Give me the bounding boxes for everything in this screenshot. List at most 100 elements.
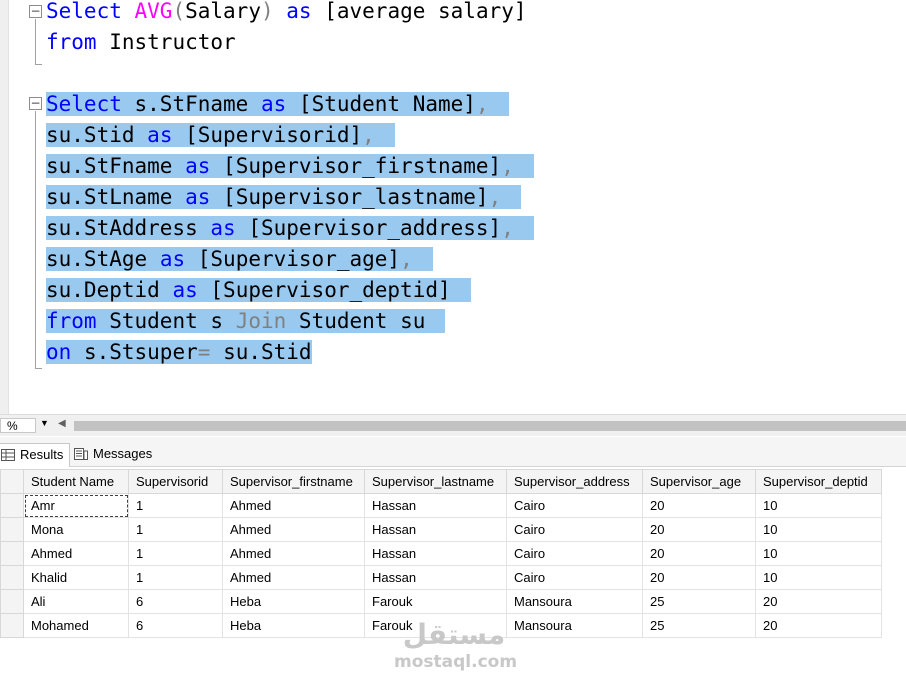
table-cell[interactable]: Hassan (364, 493, 507, 518)
table-cell[interactable]: 20 (755, 613, 882, 638)
sql-identifier: su.StAddress (46, 216, 198, 240)
zoom-level[interactable]: % (0, 418, 36, 433)
tab-messages[interactable]: Messages (70, 443, 158, 467)
sql-operator: , (501, 216, 514, 240)
table-cell[interactable]: Amr (23, 493, 129, 518)
column-header[interactable]: Supervisor_address (506, 469, 643, 494)
header-row: Student Name Supervisorid Supervisor_fir… (0, 469, 882, 494)
grid-icon (1, 449, 15, 461)
code-line[interactable]: su.StAge as [Supervisor_age], (46, 244, 433, 275)
table-cell[interactable]: 20 (642, 541, 756, 566)
code-line[interactable]: su.StFname as [Supervisor_firstname], (46, 151, 534, 182)
table-row[interactable]: Ali 6 Heba Farouk Mansoura 25 20 (0, 589, 882, 614)
results-tab-strip: Results Messages (0, 437, 906, 467)
table-cell[interactable]: Heba (222, 613, 365, 638)
selected-text: su.StAge as [Supervisor_age], (46, 247, 433, 271)
sql-alias: [Supervisorid] (185, 123, 363, 147)
column-header[interactable]: Student Name (23, 469, 129, 494)
table-cell[interactable]: 20 (642, 493, 756, 518)
sql-identifier: su.StLname (46, 185, 173, 209)
table-cell[interactable]: 1 (128, 565, 223, 590)
row-header[interactable] (0, 589, 24, 614)
table-cell[interactable]: Hassan (364, 541, 507, 566)
tab-results[interactable]: Results (0, 443, 71, 467)
table-cell[interactable]: Ahmed (222, 541, 365, 566)
messages-icon (74, 448, 88, 460)
sql-alias: [Supervisor_deptid] (210, 278, 451, 302)
code-line[interactable]: on s.Stsuper= su.Stid (46, 337, 312, 368)
code-line[interactable]: Select AVG(Salary) as [average salary] (46, 0, 527, 27)
table-cell[interactable]: Ahmed (222, 517, 365, 542)
column-header[interactable]: Supervisor_firstname (222, 469, 365, 494)
table-cell[interactable]: 25 (642, 613, 756, 638)
table-cell[interactable]: Cairo (506, 493, 643, 518)
code-line[interactable]: from Instructor (46, 27, 236, 58)
column-header[interactable]: Supervisor_age (642, 469, 756, 494)
table-cell[interactable]: 1 (128, 541, 223, 566)
table-cell[interactable]: 10 (755, 565, 882, 590)
row-header[interactable] (0, 517, 24, 542)
table-cell[interactable]: 6 (128, 589, 223, 614)
sql-editor[interactable]: − − Select AVG(Salary) as [average salar… (0, 0, 906, 414)
code-line[interactable]: Select s.StFname as [Student Name], (46, 89, 509, 120)
table-cell[interactable]: Heba (222, 589, 365, 614)
table-cell[interactable]: 10 (755, 541, 882, 566)
code-line[interactable]: su.StAddress as [Supervisor_address], (46, 213, 534, 244)
table-row[interactable]: Mona 1 Ahmed Hassan Cairo 20 10 (0, 517, 882, 542)
collapse-icon[interactable]: − (29, 5, 42, 18)
table-cell[interactable]: Cairo (506, 565, 643, 590)
table-cell[interactable]: 20 (642, 517, 756, 542)
table-cell[interactable]: Hassan (364, 517, 507, 542)
code-line[interactable]: su.Stid as [Supervisorid], (46, 120, 395, 151)
table-cell[interactable]: Hassan (364, 565, 507, 590)
table-cell[interactable]: 25 (642, 589, 756, 614)
table-cell[interactable]: Khalid (23, 565, 129, 590)
column-header[interactable]: Supervisorid (128, 469, 223, 494)
table-cell[interactable]: Mona (23, 517, 129, 542)
sql-operator: , (501, 154, 514, 178)
selected-text: from Student s Join Student su (46, 309, 446, 333)
table-cell[interactable]: Farouk (364, 589, 507, 614)
table-row[interactable]: Khalid 1 Ahmed Hassan Cairo 20 10 (0, 565, 882, 590)
sql-keyword: from (46, 30, 97, 54)
column-header[interactable]: Supervisor_lastname (364, 469, 507, 494)
code-line[interactable]: from Student s Join Student su (46, 306, 446, 337)
sql-operator: , (475, 92, 489, 116)
table-cell[interactable]: 20 (755, 589, 882, 614)
table-cell[interactable]: Mansoura (506, 589, 643, 614)
row-header[interactable] (0, 541, 24, 566)
table-cell[interactable]: 10 (755, 517, 882, 542)
table-cell[interactable]: 1 (128, 493, 223, 518)
code-line[interactable]: su.StLname as [Supervisor_lastname], (46, 182, 522, 213)
sql-identifier: Student su (298, 309, 426, 333)
table-cell[interactable]: 1 (128, 517, 223, 542)
table-cell[interactable]: Mansoura (506, 613, 643, 638)
code-line[interactable]: su.Deptid as [Supervisor_deptid] (46, 275, 471, 306)
row-header[interactable] (0, 613, 24, 638)
table-cell[interactable]: 10 (755, 493, 882, 518)
table-cell[interactable]: Ahmed (222, 493, 365, 518)
table-cell[interactable]: 6 (128, 613, 223, 638)
collapse-icon[interactable]: − (29, 97, 42, 110)
select-all-corner[interactable] (0, 469, 24, 494)
table-cell[interactable]: Cairo (506, 517, 643, 542)
sql-operator: , (488, 185, 502, 209)
table-cell[interactable]: Ahmed (23, 541, 129, 566)
row-header[interactable] (0, 493, 24, 518)
sql-alias: [average salary] (324, 0, 527, 23)
horizontal-scrollbar[interactable] (74, 421, 906, 431)
table-row[interactable]: Ahmed 1 Ahmed Hassan Cairo 20 10 (0, 541, 882, 566)
fold-guide-end (35, 64, 42, 65)
table-cell[interactable]: 20 (642, 565, 756, 590)
table-row[interactable]: Amr 1 Ahmed Hassan Cairo 20 10 (0, 493, 882, 518)
table-cell[interactable]: Ahmed (222, 565, 365, 590)
row-header[interactable] (0, 565, 24, 590)
zoom-dropdown-arrow-icon[interactable]: ▼ (40, 418, 49, 428)
column-header[interactable]: Supervisor_deptid (755, 469, 882, 494)
selected-text: su.Stid as [Supervisorid], (46, 123, 395, 147)
scroll-left-icon[interactable]: ◀ (58, 418, 66, 429)
table-cell[interactable]: Cairo (506, 541, 643, 566)
selected-text: su.StAddress as [Supervisor_address], (46, 216, 534, 240)
table-cell[interactable]: Mohamed (23, 613, 129, 638)
table-cell[interactable]: Ali (23, 589, 129, 614)
